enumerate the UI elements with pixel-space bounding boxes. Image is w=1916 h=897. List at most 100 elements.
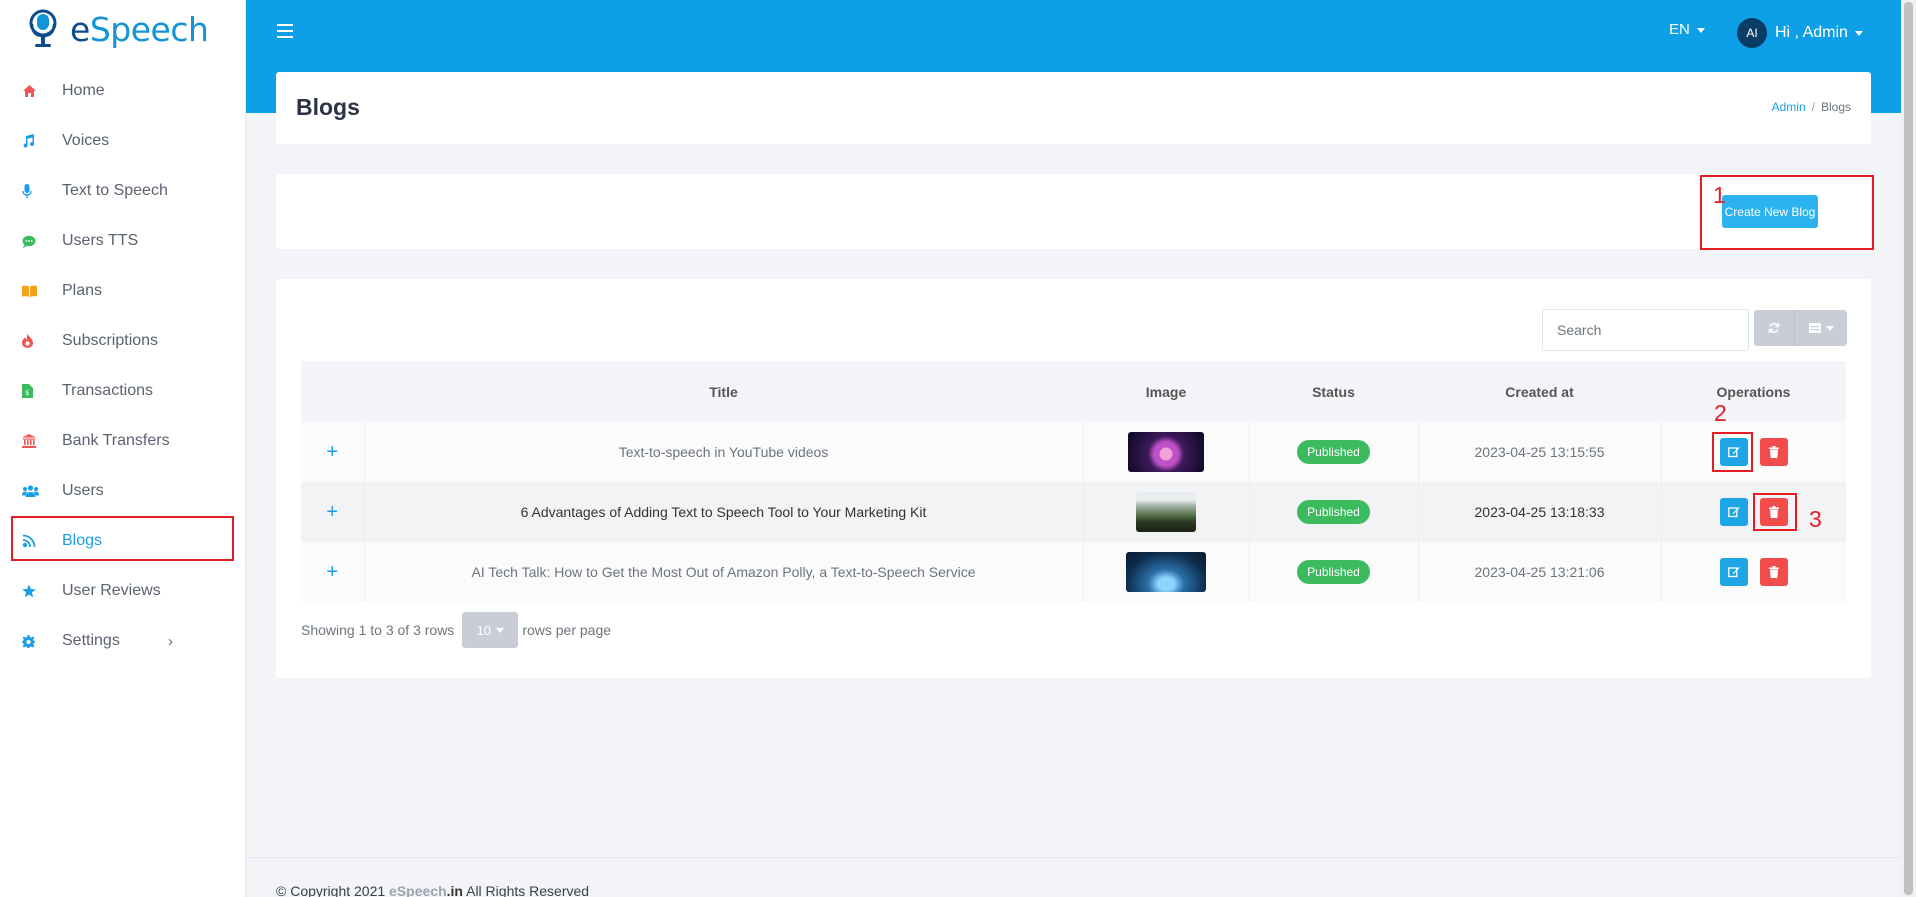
sidebar-item-home[interactable]: Home — [0, 66, 245, 116]
footer-brand-link[interactable]: eSpeech — [389, 883, 447, 897]
expand-column-header — [301, 361, 364, 422]
trash-icon — [1768, 566, 1779, 578]
avatar: AI — [1737, 18, 1767, 48]
annotation-box-blogs — [11, 516, 234, 561]
users-icon — [0, 485, 62, 497]
table-toolbar — [1542, 309, 1847, 351]
sidebar-item-subscriptions[interactable]: Subscriptions — [0, 316, 245, 366]
sidebar-item-label: Users — [62, 482, 104, 499]
sidebar-item-bank-transfers[interactable]: Bank Transfers — [0, 416, 245, 466]
sidebar-item-settings[interactable]: Settings › — [0, 616, 245, 666]
sidebar-item-user-reviews[interactable]: User Reviews — [0, 566, 245, 616]
sidebar-item-voices[interactable]: Voices — [0, 116, 245, 166]
sidebar-item-users[interactable]: Users — [0, 466, 245, 516]
column-header-status[interactable]: Status — [1249, 361, 1418, 422]
sidebar-item-label: Plans — [62, 282, 103, 299]
expand-row-icon[interactable]: + — [326, 501, 338, 523]
receipt-icon: $ — [0, 384, 62, 398]
sidebar-item-label: Voices — [62, 132, 110, 149]
columns-toggle-button[interactable] — [1794, 310, 1847, 346]
search-input[interactable] — [1542, 309, 1749, 351]
table-row: + 6 Advantages of Adding Text to Speech … — [301, 482, 1846, 542]
footer-divider — [246, 857, 1901, 858]
table-row: + Text-to-speech in YouTube videos Publi… — [301, 422, 1846, 482]
sidebar-item-label: Subscriptions — [62, 332, 159, 349]
caret-down-icon — [1696, 27, 1705, 33]
caret-down-icon — [496, 627, 505, 633]
pagination-summary: Showing 1 to 3 of 3 rows — [301, 622, 455, 638]
sidebar-item-label: Users TTS — [62, 232, 139, 249]
table-row: + AI Tech Talk: How to Get the Most Out … — [301, 542, 1846, 602]
logo[interactable]: eSpeech — [0, 0, 245, 58]
brand-name: eSpeech — [70, 9, 209, 49]
expand-row-icon[interactable]: + — [326, 441, 338, 463]
footer-domain: .in — [446, 883, 463, 897]
page-size-dropdown[interactable]: 10 — [462, 612, 519, 648]
status-badge: Published — [1297, 500, 1370, 524]
sidebar-item-label: User Reviews — [62, 582, 161, 599]
delete-button[interactable] — [1759, 438, 1788, 466]
sidebar-item-users-tts[interactable]: Users TTS — [0, 216, 245, 266]
blog-thumbnail-network — [1126, 552, 1206, 592]
language-dropdown[interactable]: EN — [1669, 21, 1705, 38]
table-header-row: Title Image Status Created at Operations — [301, 361, 1846, 422]
edit-icon — [1727, 567, 1740, 578]
row-created-at: 2023-04-25 13:18:33 — [1418, 482, 1662, 542]
annotation-box-delete — [1753, 493, 1797, 531]
vertical-scrollbar[interactable] — [1901, 0, 1916, 897]
chat-icon — [0, 235, 62, 248]
sidebar-item-label: Transactions — [62, 382, 153, 399]
column-header-image[interactable]: Image — [1083, 361, 1249, 422]
scrollbar-thumb[interactable] — [1904, 2, 1913, 895]
caret-down-icon — [1854, 30, 1863, 36]
pagination: Showing 1 to 3 of 3 rows 10 rows per pag… — [301, 612, 611, 648]
gear-icon — [0, 634, 62, 648]
page-size-value: 10 — [476, 622, 492, 638]
edit-button[interactable] — [1719, 498, 1748, 526]
sidebar-item-plans[interactable]: Plans — [0, 266, 245, 316]
blogs-table: Title Image Status Created at Operations… — [301, 361, 1846, 602]
breadcrumb: Admin / Blogs — [1772, 100, 1851, 114]
status-badge: Published — [1297, 440, 1370, 464]
sidebar-nav: Home Voices Text to Speech Users TTS Pla… — [0, 66, 245, 666]
caret-down-icon — [1825, 325, 1834, 331]
row-title: AI Tech Talk: How to Get the Most Out of… — [364, 542, 1084, 602]
breadcrumb-admin-link[interactable]: Admin — [1772, 100, 1806, 114]
annotation-box-create — [1700, 175, 1874, 250]
breadcrumb-separator: / — [1811, 100, 1815, 114]
microphone-logo-icon — [29, 9, 57, 47]
status-badge: Published — [1297, 560, 1370, 584]
expand-row-icon[interactable]: + — [326, 561, 338, 583]
refresh-button[interactable] — [1754, 310, 1794, 346]
rows-per-page-label: rows per page — [522, 622, 612, 638]
sidebar-item-label: Bank Transfers — [62, 432, 170, 449]
annotation-number-2: 2 — [1714, 400, 1727, 426]
sidebar-item-label: Home — [62, 82, 105, 99]
book-icon — [0, 285, 62, 297]
sidebar-item-transactions[interactable]: $ Transactions — [0, 366, 245, 416]
user-menu[interactable]: AI Hi , Admin — [1737, 18, 1863, 48]
fire-icon — [0, 334, 62, 348]
column-header-created-at[interactable]: Created at — [1418, 361, 1661, 422]
edit-icon — [1727, 507, 1740, 518]
menu-toggle-icon[interactable] — [277, 24, 293, 38]
star-icon — [0, 584, 62, 598]
row-title: 6 Advantages of Adding Text to Speech To… — [364, 482, 1084, 542]
language-label: EN — [1669, 21, 1690, 38]
trash-icon — [1768, 446, 1779, 458]
row-title: Text-to-speech in YouTube videos — [364, 422, 1084, 482]
delete-button[interactable] — [1759, 558, 1788, 586]
sidebar-item-label: Text to Speech — [62, 182, 168, 199]
edit-button[interactable] — [1719, 558, 1748, 586]
refresh-icon — [1768, 323, 1780, 333]
column-header-title[interactable]: Title — [364, 361, 1083, 422]
footer: © Copyright 2021 eSpeech.in All Rights R… — [276, 883, 589, 897]
footer-copyright: © Copyright 2021 — [276, 883, 386, 897]
columns-icon — [1808, 323, 1821, 333]
page-header: Blogs Admin / Blogs — [276, 72, 1871, 144]
annotation-box-edit — [1712, 432, 1753, 472]
blog-thumbnail-microphone — [1128, 432, 1204, 472]
music-icon — [0, 134, 62, 148]
sidebar-item-text-to-speech[interactable]: Text to Speech — [0, 166, 245, 216]
microphone-icon — [0, 183, 62, 199]
